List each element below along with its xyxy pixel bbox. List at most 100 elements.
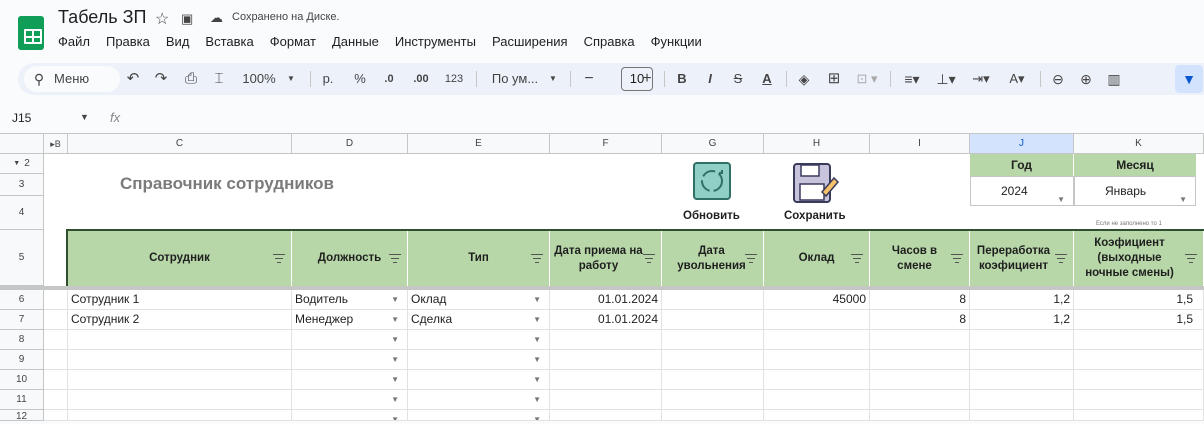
hidden-column-marker[interactable]: ▸B	[44, 134, 68, 154]
cell-hidden-col[interactable]	[44, 330, 68, 350]
refresh-button[interactable]	[693, 162, 731, 200]
cell-dismissal-date[interactable]	[662, 330, 764, 350]
cell-hire-date[interactable]	[550, 390, 662, 410]
menu-edit[interactable]: Правка	[106, 34, 158, 49]
cell-dismissal-date[interactable]	[662, 390, 764, 410]
menu-insert[interactable]: Вставка	[205, 34, 261, 49]
cell-position[interactable]: Водитель ▼	[292, 290, 408, 310]
cell-shift-hours[interactable]	[870, 330, 970, 350]
cell-shift-hours[interactable]	[870, 370, 970, 390]
cell-salary[interactable]	[764, 330, 870, 350]
cell-weekend-coef[interactable]: 1,5	[1074, 290, 1204, 310]
cell-salary[interactable]: 45000	[764, 290, 870, 310]
cell-dropdown-icon[interactable]: ▼	[391, 290, 399, 309]
cell-dropdown-icon[interactable]: ▼	[533, 390, 541, 409]
select-all-corner[interactable]	[0, 134, 44, 154]
cell-overtime-coef[interactable]: 1,2	[970, 290, 1074, 310]
cell-shift-hours[interactable]	[870, 350, 970, 370]
text-wrap-icon[interactable]: ⇥▾	[966, 63, 996, 95]
fill-color-icon[interactable]: ◈	[794, 63, 814, 95]
cell-dropdown-icon[interactable]: ▼	[533, 330, 541, 349]
cell-employee[interactable]: Сотрудник 1	[68, 290, 292, 310]
sheets-logo-icon[interactable]	[18, 16, 44, 50]
cell-dropdown-icon[interactable]: ▼	[533, 350, 541, 369]
cell-overtime-coef[interactable]	[970, 370, 1074, 390]
month-dropdown-icon[interactable]: ▼	[1179, 186, 1187, 214]
more-formats-button[interactable]: 123	[442, 63, 466, 95]
filter-icon[interactable]	[531, 253, 543, 263]
filter-icon[interactable]	[643, 253, 655, 263]
cell-salary[interactable]	[764, 310, 870, 330]
cell-dismissal-date[interactable]	[662, 370, 764, 390]
cell-employee[interactable]	[68, 350, 292, 370]
cell-shift-hours[interactable]: 8	[870, 310, 970, 330]
decrease-font-size-icon[interactable]: −	[580, 63, 598, 95]
cell-shift-hours[interactable]	[870, 410, 970, 421]
month-select[interactable]: Январь ▼	[1074, 176, 1196, 206]
cell-weekend-coef[interactable]	[1074, 370, 1204, 390]
cell-hidden-col[interactable]	[44, 350, 68, 370]
cell-overtime-coef[interactable]: 1,2	[970, 310, 1074, 330]
filter-icon[interactable]: ▼	[1178, 63, 1200, 95]
th-salary[interactable]: Оклад	[764, 231, 870, 286]
cell-type[interactable]: Сделка ▼	[408, 310, 550, 330]
cell-dismissal-date[interactable]	[662, 290, 764, 310]
cell-hire-date[interactable]	[550, 350, 662, 370]
cell-type[interactable]: ▼	[408, 330, 550, 350]
star-icon[interactable]: ☆	[155, 9, 169, 29]
year-dropdown-icon[interactable]: ▼	[1057, 186, 1065, 214]
borders-icon[interactable]: ⊞	[824, 63, 844, 95]
cell-weekend-coef[interactable]	[1074, 350, 1204, 370]
th-employee[interactable]: Сотрудник	[68, 231, 292, 286]
col-header-e[interactable]: E	[408, 134, 550, 154]
name-box[interactable]: J15	[12, 111, 31, 125]
text-color-button[interactable]: A	[758, 63, 776, 95]
cell-salary[interactable]	[764, 390, 870, 410]
menu-search-label[interactable]: Меню	[54, 63, 98, 95]
increase-decimal-button[interactable]: .00	[410, 63, 432, 95]
comment-icon[interactable]: ⊕	[1076, 63, 1096, 95]
col-header-f[interactable]: F	[550, 134, 662, 154]
cell-position[interactable]: ▼	[292, 350, 408, 370]
cell-type[interactable]: ▼	[408, 410, 550, 421]
cell-position[interactable]: Менеджер ▼	[292, 310, 408, 330]
cell-weekend-coef[interactable]	[1074, 330, 1204, 350]
menu-functions[interactable]: Функции	[651, 34, 710, 49]
text-rotation-icon[interactable]: A▾	[1002, 63, 1032, 95]
cell-dismissal-date[interactable]	[662, 310, 764, 330]
th-shift-hours[interactable]: Часов в смене	[870, 231, 970, 286]
cell-hire-date[interactable]: 01.01.2024	[550, 290, 662, 310]
redo-icon[interactable]: ↷	[150, 63, 172, 95]
cell-employee[interactable]	[68, 370, 292, 390]
menu-help[interactable]: Справка	[584, 34, 643, 49]
cell-position[interactable]: ▼	[292, 330, 408, 350]
col-header-i[interactable]: I	[870, 134, 970, 154]
th-overtime-coef[interactable]: Переработка коэфициент	[970, 231, 1074, 286]
zoom-dropdown-icon[interactable]: ▼	[286, 63, 296, 95]
menu-extensions[interactable]: Расширения	[492, 34, 576, 49]
row-header-7[interactable]: 7	[0, 310, 44, 330]
row-header-3[interactable]: 3	[0, 174, 44, 196]
cell-overtime-coef[interactable]	[970, 390, 1074, 410]
cell-dropdown-icon[interactable]: ▼	[391, 370, 399, 389]
menu-tools[interactable]: Инструменты	[395, 34, 484, 49]
cell-dropdown-icon[interactable]: ▼	[391, 410, 399, 420]
row-header-5[interactable]: 5	[0, 230, 44, 286]
cell-hidden-col[interactable]	[44, 310, 68, 330]
font-select[interactable]: По ум...	[486, 63, 544, 95]
undo-icon[interactable]: ↶	[122, 63, 144, 95]
filter-icon[interactable]	[389, 253, 401, 263]
row-header-6[interactable]: 6	[0, 290, 44, 310]
cell-overtime-coef[interactable]	[970, 410, 1074, 421]
menu-format[interactable]: Формат	[270, 34, 324, 49]
cell-position[interactable]: ▼	[292, 390, 408, 410]
cell-salary[interactable]	[764, 370, 870, 390]
italic-button[interactable]: I	[701, 63, 719, 95]
cell-employee[interactable]	[68, 410, 292, 421]
cell-position[interactable]: ▼	[292, 410, 408, 421]
menu-view[interactable]: Вид	[166, 34, 198, 49]
currency-button[interactable]: р.	[320, 63, 336, 95]
row-header-11[interactable]: 11	[0, 390, 44, 410]
row-header-8[interactable]: 8	[0, 330, 44, 350]
col-header-h[interactable]: H	[764, 134, 870, 154]
